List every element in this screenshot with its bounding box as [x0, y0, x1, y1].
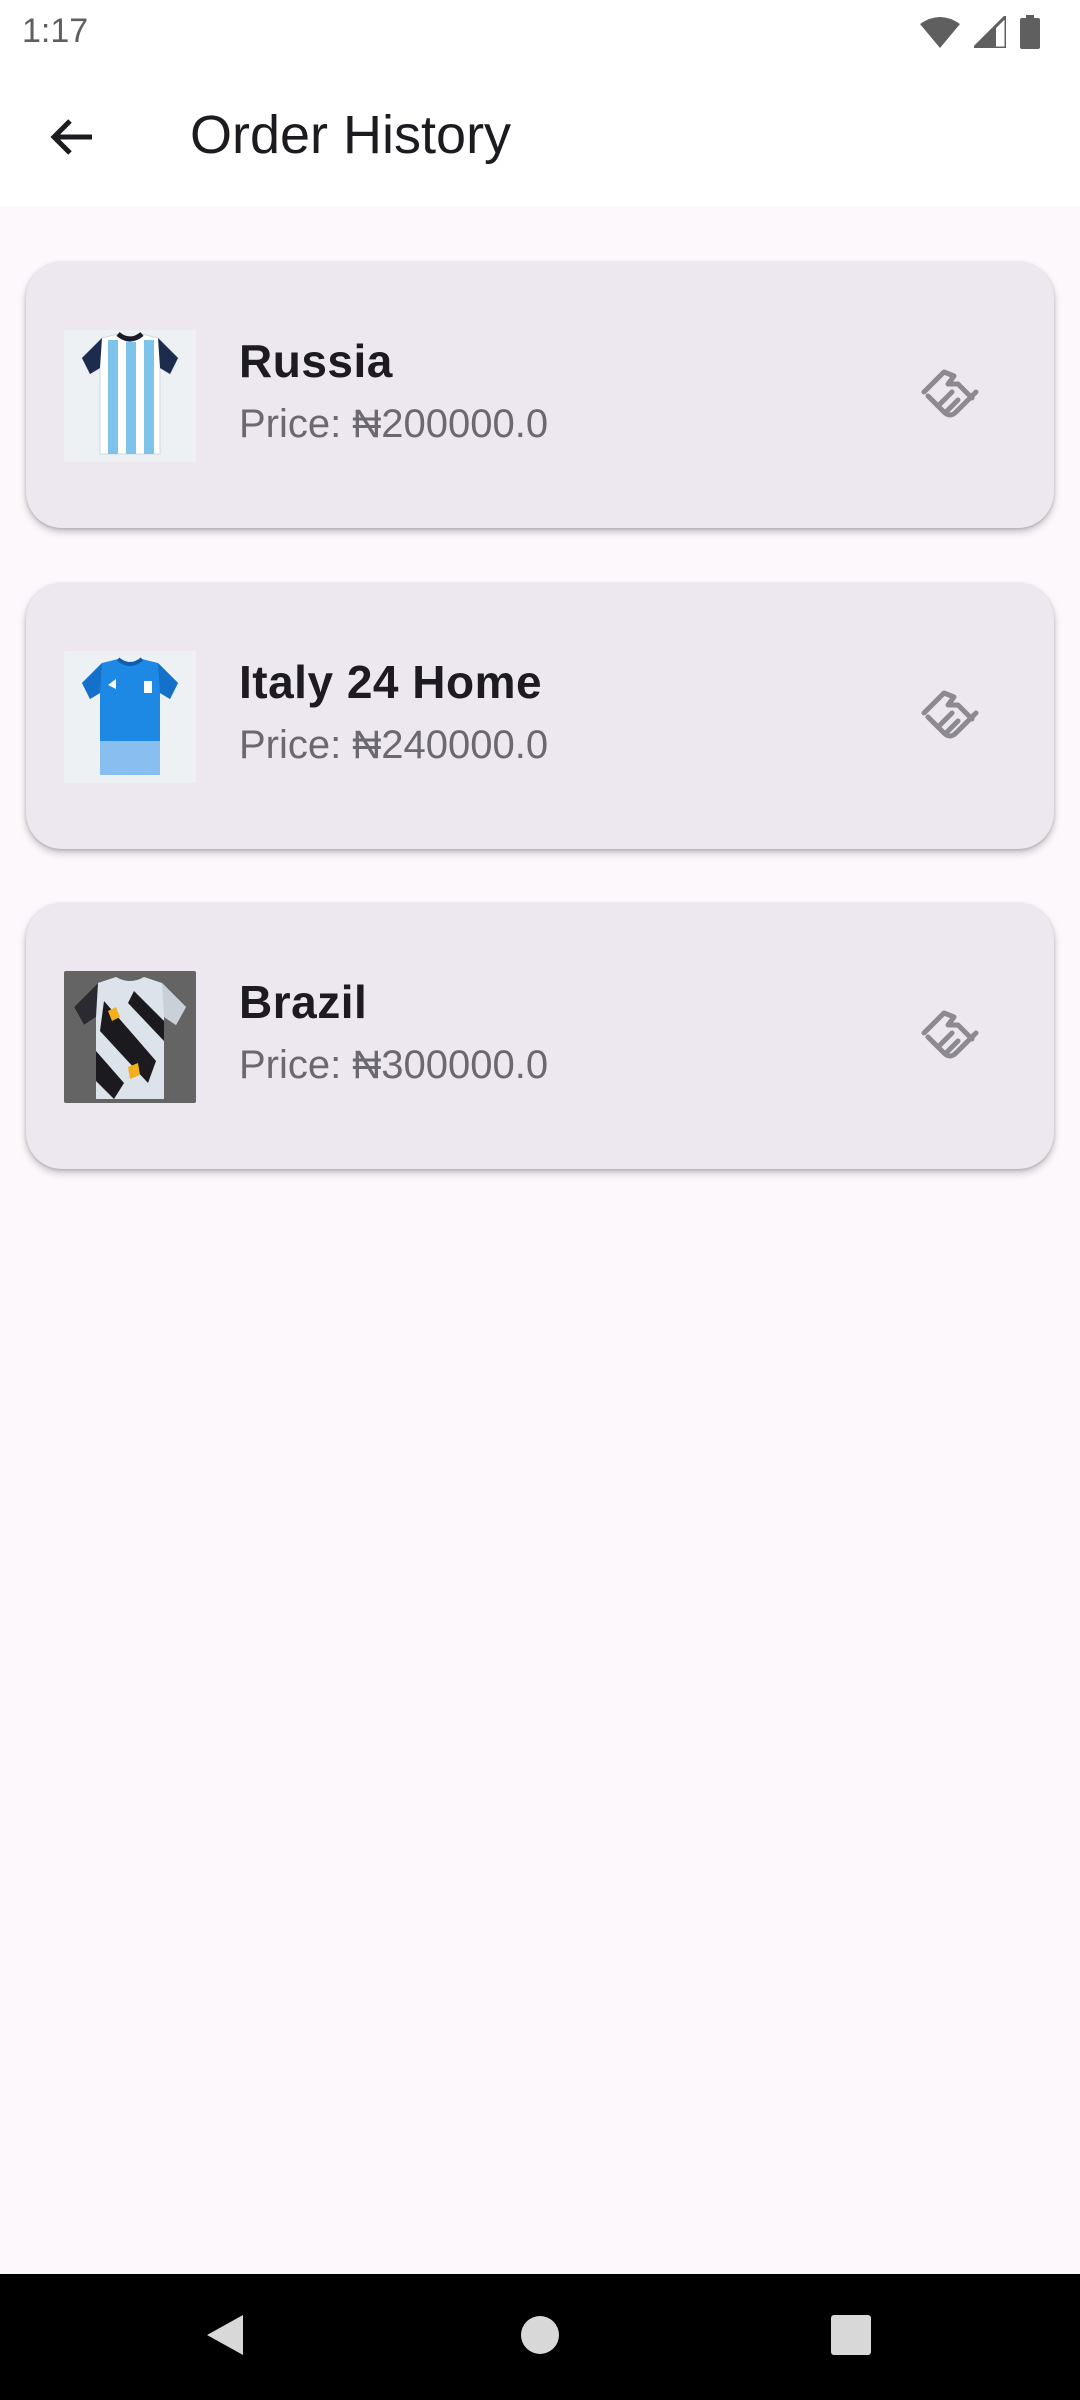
square-recents-icon — [831, 2314, 871, 2360]
product-name: Brazil — [239, 976, 368, 1028]
handshake-icon — [918, 683, 982, 752]
order-action-button[interactable] — [906, 993, 994, 1081]
nav-recents-button[interactable] — [816, 2304, 886, 2370]
product-price: Price: ₦240000.0 — [239, 723, 549, 767]
status-icons — [920, 12, 1040, 52]
wifi-icon — [920, 16, 960, 48]
nav-back-button[interactable] — [190, 2304, 260, 2370]
handshake-icon — [918, 362, 982, 431]
order-card[interactable]: Italy 24 Home Price: ₦240000.0 — [26, 583, 1054, 849]
arrow-back-icon — [48, 113, 96, 166]
back-button[interactable] — [36, 103, 108, 175]
status-bar: 1:17 — [0, 0, 1080, 64]
product-image — [64, 330, 196, 462]
page-title: Order History — [190, 105, 512, 165]
order-card[interactable]: Brazil Price: ₦300000.0 — [26, 903, 1054, 1169]
nav-home-button[interactable] — [505, 2304, 575, 2370]
order-action-button[interactable] — [906, 352, 994, 440]
product-price: Price: ₦200000.0 — [239, 402, 549, 446]
product-image — [64, 651, 196, 783]
triangle-back-icon — [203, 2312, 247, 2363]
signal-icon — [974, 16, 1006, 48]
system-nav-bar — [0, 2274, 1080, 2400]
product-price: Price: ₦300000.0 — [239, 1043, 549, 1087]
order-action-button[interactable] — [906, 673, 994, 761]
app-bar: Order History — [0, 64, 1080, 206]
battery-icon — [1020, 15, 1040, 49]
status-time: 1:17 — [22, 12, 89, 50]
product-name: Russia — [239, 335, 393, 387]
circle-home-icon — [520, 2315, 560, 2360]
product-name: Italy 24 Home — [239, 656, 543, 708]
order-card[interactable]: Russia Price: ₦200000.0 — [26, 262, 1054, 528]
handshake-icon — [918, 1003, 982, 1072]
product-image — [64, 971, 196, 1103]
